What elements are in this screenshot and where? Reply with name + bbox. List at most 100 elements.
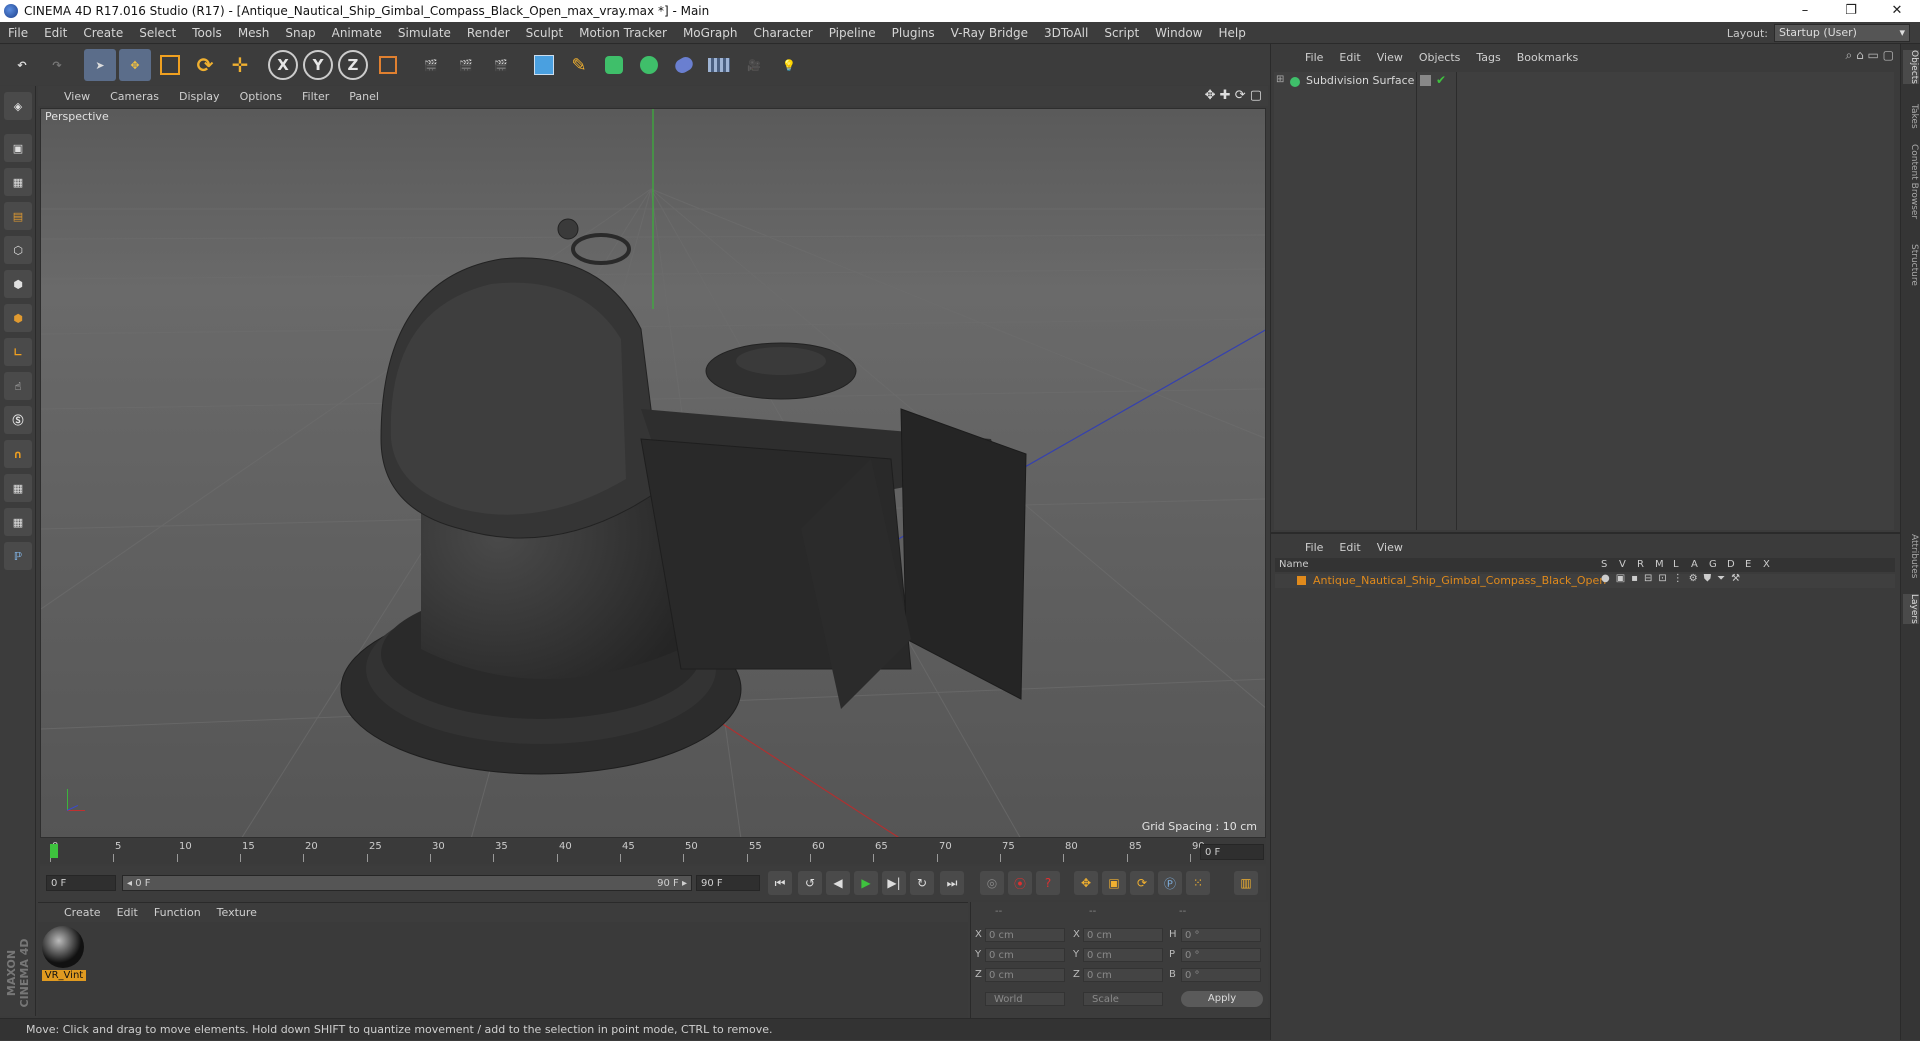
layer-name[interactable]: Antique_Nautical_Ship_Gimbal_Compass_Bla… — [1313, 574, 1606, 587]
scale-tool-icon[interactable] — [154, 49, 186, 81]
camera-label[interactable]: Perspective — [45, 110, 109, 123]
polygons-mode-icon[interactable]: ⬢ — [4, 304, 32, 332]
autokey-icon[interactable]: ? — [1036, 871, 1060, 895]
go-to-start-icon[interactable]: ⏮ — [768, 871, 792, 895]
key-position-icon[interactable]: ✥ — [1074, 871, 1098, 895]
start-frame-field[interactable]: 0 F — [46, 875, 116, 891]
menu-vray-bridge[interactable]: V-Ray Bridge — [943, 26, 1036, 40]
python-icon[interactable]: ℙ — [4, 542, 32, 570]
layer-row[interactable]: Antique_Nautical_Ship_Gimbal_Compass_Bla… — [1275, 573, 1895, 588]
menu-plugins[interactable]: Plugins — [884, 26, 943, 40]
layout-select[interactable]: Startup (User) — [1774, 24, 1910, 42]
maximize-button[interactable]: ❐ — [1828, 0, 1874, 22]
menu-script[interactable]: Script — [1096, 26, 1147, 40]
key-parameter-icon[interactable]: Ⓟ — [1158, 871, 1182, 895]
tab-attributes[interactable]: Attributes — [1903, 534, 1919, 578]
array-cloner-icon[interactable] — [633, 49, 665, 81]
rot-h-field[interactable]: 0 ° — [1181, 928, 1261, 942]
tab-content-browser[interactable]: Content Browser — [1903, 144, 1919, 219]
size-z-field[interactable]: 0 cm — [1083, 968, 1163, 982]
select-cursor-icon[interactable]: ➤ — [84, 49, 116, 81]
camera-icon[interactable]: 🎥 — [738, 49, 770, 81]
previous-frame-icon[interactable]: ◀ — [826, 871, 850, 895]
menu-edit[interactable]: Edit — [36, 26, 75, 40]
render-picture-viewer-icon[interactable]: 🎬 — [450, 49, 482, 81]
redo-icon[interactable]: ↷ — [41, 49, 73, 81]
material-menu-create[interactable]: Create — [38, 906, 109, 919]
timeline-window-icon[interactable]: ▥ — [1234, 871, 1258, 895]
scale-select[interactable]: Scale — [1083, 992, 1163, 1006]
pos-z-field[interactable]: 0 cm — [985, 968, 1065, 982]
deformer-icon[interactable] — [668, 49, 700, 81]
size-y-field[interactable]: 0 cm — [1083, 948, 1163, 962]
y-axis-lock-icon[interactable]: Y — [302, 49, 334, 81]
menu-file[interactable]: File — [0, 26, 36, 40]
menu-window[interactable]: Window — [1147, 26, 1210, 40]
menu-tools[interactable]: Tools — [184, 26, 230, 40]
obj-menu-tags[interactable]: Tags — [1468, 51, 1508, 64]
layer-menu-view[interactable]: View — [1369, 541, 1411, 554]
viewport-menu-panel[interactable]: Panel — [339, 90, 389, 103]
menu-pipeline[interactable]: Pipeline — [821, 26, 884, 40]
spline-pen-icon[interactable]: ✎ — [563, 49, 595, 81]
edges-mode-icon[interactable]: ⬢ — [4, 270, 32, 298]
menu-character[interactable]: Character — [745, 26, 820, 40]
layer-flag-icons[interactable]: ●▣▪⊟⊡⋮⚙⛊⏷⚒ — [1601, 573, 1746, 584]
expand-icon[interactable]: ⊞ — [1276, 74, 1284, 85]
menu-animate[interactable]: Animate — [324, 26, 390, 40]
key-rotation-icon[interactable]: ⟳ — [1130, 871, 1154, 895]
obj-menu-view[interactable]: View — [1369, 51, 1411, 64]
layer-menu-file[interactable]: File — [1297, 541, 1331, 554]
soft-selection-icon[interactable]: ▦ — [4, 508, 32, 536]
axis-mode-icon[interactable]: ∟ — [4, 338, 32, 366]
object-name[interactable]: Subdivision Surface — [1306, 74, 1414, 87]
make-editable-icon[interactable]: ◈ — [4, 92, 32, 120]
minimize-button[interactable]: – — [1782, 0, 1828, 22]
perspective-viewport[interactable]: Perspective Grid Spacing : 10 cm — [40, 108, 1266, 838]
viewport-nav-icons[interactable]: ✥ ✚ ⟳ ▢ — [1205, 88, 1262, 103]
undo-icon[interactable]: ↶ — [6, 49, 38, 81]
cube-primitive-icon[interactable] — [528, 49, 560, 81]
menu-help[interactable]: Help — [1210, 26, 1253, 40]
menu-mesh[interactable]: Mesh — [230, 26, 278, 40]
z-axis-lock-icon[interactable]: Z — [337, 49, 369, 81]
tab-structure[interactable]: Structure — [1903, 244, 1919, 286]
timeline-ruler[interactable]: 051015202530354045505560657075808590 0 F — [40, 840, 1266, 864]
render-view-icon[interactable]: 🎬 — [415, 49, 447, 81]
obj-menu-file[interactable]: File — [1297, 51, 1331, 64]
workplane-lock-icon[interactable]: ▦ — [4, 474, 32, 502]
menu-select[interactable]: Select — [131, 26, 184, 40]
menu-render[interactable]: Render — [459, 26, 518, 40]
viewport-menu-view[interactable]: View — [38, 90, 100, 103]
timeline-playhead[interactable] — [50, 844, 58, 858]
coordinate-system-icon[interactable] — [372, 49, 404, 81]
workplane-mode-icon[interactable]: ▤ — [4, 202, 32, 230]
points-mode-icon[interactable]: ⬡ — [4, 236, 32, 264]
menu-mograph[interactable]: MoGraph — [675, 26, 746, 40]
apply-button[interactable]: Apply — [1181, 991, 1263, 1007]
model-mode-icon[interactable]: ▣ — [4, 134, 32, 162]
tweak-mode-icon[interactable]: ☝ — [4, 372, 32, 400]
menu-sculpt[interactable]: Sculpt — [518, 26, 571, 40]
obj-menu-objects[interactable]: Objects — [1411, 51, 1469, 64]
move-tool-icon[interactable]: ✥ — [119, 49, 151, 81]
next-frame-icon[interactable]: ▶| — [882, 871, 906, 895]
viewport-menu-filter[interactable]: Filter — [292, 90, 339, 103]
x-axis-lock-icon[interactable]: X — [267, 49, 299, 81]
material-swatch[interactable]: VR_Vint — [42, 926, 86, 984]
rot-p-field[interactable]: 0 ° — [1181, 948, 1261, 962]
render-settings-icon[interactable]: 🎬 — [485, 49, 517, 81]
end-frame-field[interactable]: 90 F — [696, 875, 760, 891]
viewport-menu-options[interactable]: Options — [230, 90, 292, 103]
menu-3dtoall[interactable]: 3DToAll — [1036, 26, 1096, 40]
object-row[interactable]: ⊞ Subdivision Surface ✔ — [1274, 73, 1894, 90]
pos-y-field[interactable]: 0 cm — [985, 948, 1065, 962]
layer-color-swatch[interactable] — [1297, 576, 1306, 585]
menu-create[interactable]: Create — [75, 26, 131, 40]
go-to-end-icon[interactable]: ⏭ — [940, 871, 964, 895]
layer-tag-icon[interactable] — [1420, 75, 1431, 86]
world-select[interactable]: World — [985, 992, 1065, 1006]
tab-layers[interactable]: Layers — [1903, 594, 1919, 624]
menu-snap[interactable]: Snap — [277, 26, 323, 40]
magnet-icon[interactable]: ∩ — [4, 440, 32, 468]
